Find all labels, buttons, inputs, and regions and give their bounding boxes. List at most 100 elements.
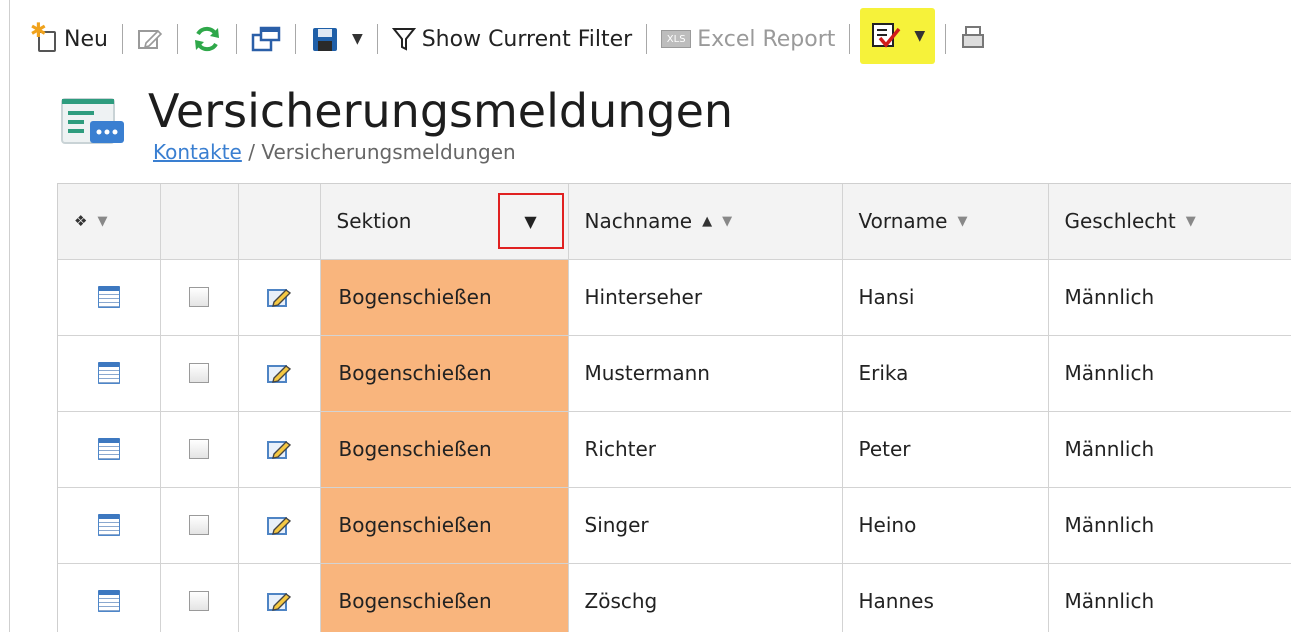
row-selector-icon: ❖	[74, 212, 88, 231]
column-header-select[interactable]: ❖ ▼	[58, 184, 161, 260]
toolbar: ✱ Neu ▼ Show Current Filter XLS Excel Re…	[30, 8, 1291, 70]
detail-view-icon[interactable]	[97, 286, 120, 308]
detail-view-icon[interactable]	[97, 362, 120, 384]
edit-pencil-icon[interactable]	[266, 437, 292, 461]
sektion-cell: Bogenschießen	[320, 563, 569, 632]
column-header-sektion[interactable]: Sektion ▼	[320, 184, 569, 260]
row-checkbox[interactable]	[189, 515, 209, 535]
toolbar-separator	[121, 24, 123, 54]
toolbar-separator	[176, 24, 178, 54]
table-row[interactable]: Bogenschießen Singer Heino Männlich	[58, 487, 1291, 564]
geschlecht-cell: Männlich	[1048, 563, 1291, 632]
detail-cell[interactable]	[58, 563, 161, 632]
toolbar-separator	[294, 24, 296, 54]
page-title: Versicherungsmeldungen	[148, 84, 734, 138]
column-header-label: Geschlecht	[1064, 209, 1176, 234]
open-window-button[interactable]	[247, 17, 285, 61]
edit-pencil-icon[interactable]	[266, 589, 292, 613]
message-list-icon	[61, 98, 124, 144]
geschlecht-cell: Männlich	[1048, 411, 1291, 488]
vorname-cell: Hansi	[842, 259, 1049, 336]
sort-ascending-icon[interactable]: ▲	[702, 214, 712, 229]
printer-icon	[962, 26, 985, 48]
column-header-geschlecht[interactable]: Geschlecht ▼	[1048, 184, 1291, 260]
edit-cell[interactable]	[238, 563, 321, 632]
checkbox-cell[interactable]	[160, 335, 239, 412]
vorname-cell: Peter	[842, 411, 1049, 488]
breadcrumb-link-kontakte[interactable]: Kontakte	[153, 140, 242, 164]
detail-cell[interactable]	[58, 411, 161, 488]
window-icon	[251, 26, 281, 52]
toolbar-separator	[849, 24, 851, 54]
row-checkbox[interactable]	[189, 363, 209, 383]
row-checkbox[interactable]	[189, 591, 209, 611]
refresh-button[interactable]	[188, 17, 226, 61]
new-button[interactable]: ✱ Neu	[30, 17, 112, 61]
new-document-icon: ✱	[30, 18, 58, 52]
detail-cell[interactable]	[58, 259, 161, 336]
filter-icon[interactable]: ▼	[722, 214, 732, 229]
column-header-nachname[interactable]: Nachname ▲ ▼	[568, 184, 843, 260]
toolbar-separator	[945, 24, 947, 54]
data-grid: ❖ ▼ Sektion ▼ Nachname ▲ ▼ Vorname ▼ Ges…	[57, 183, 1291, 632]
detail-view-icon[interactable]	[97, 438, 120, 460]
column-header-edit	[238, 184, 321, 260]
toolbar-separator	[646, 24, 648, 54]
save-button[interactable]: ▼	[306, 17, 367, 61]
grid-header-row: ❖ ▼ Sektion ▼ Nachname ▲ ▼ Vorname ▼ Ges…	[58, 184, 1291, 260]
table-row[interactable]: Bogenschießen Richter Peter Männlich	[58, 411, 1291, 488]
new-button-label: Neu	[64, 26, 108, 52]
active-filter-icon[interactable]: ▼	[497, 193, 564, 250]
vorname-cell: Erika	[842, 335, 1049, 412]
sektion-cell: Bogenschießen	[320, 411, 569, 488]
checkbox-cell[interactable]	[160, 487, 239, 564]
nachname-cell: Hinterseher	[568, 259, 843, 336]
show-filter-label: Show Current Filter	[421, 26, 633, 52]
refresh-icon	[194, 26, 219, 52]
checkbox-cell[interactable]	[160, 411, 239, 488]
table-row[interactable]: Bogenschießen Hinterseher Hansi Männlich	[58, 259, 1291, 336]
detail-view-icon[interactable]	[97, 590, 120, 612]
sektion-cell: Bogenschießen	[320, 335, 569, 412]
print-button[interactable]	[956, 17, 990, 61]
chevron-down-icon[interactable]: ▼	[914, 28, 925, 44]
vorname-cell: Hannes	[842, 563, 1049, 632]
edit-cell[interactable]	[238, 411, 321, 488]
chevron-down-icon[interactable]: ▼	[352, 31, 363, 47]
left-divider	[9, 0, 10, 632]
geschlecht-cell: Männlich	[1048, 487, 1291, 564]
edit-pencil-icon[interactable]	[266, 361, 292, 385]
edit-cell[interactable]	[238, 335, 321, 412]
show-filter-button[interactable]: Show Current Filter	[388, 17, 636, 61]
filter-icon[interactable]: ▼	[957, 214, 967, 229]
checklist-icon	[872, 23, 901, 48]
edit-icon	[137, 29, 163, 49]
breadcrumb-current: Versicherungsmeldungen	[261, 140, 516, 164]
toolbar-separator	[235, 24, 237, 54]
edit-pencil-icon[interactable]	[266, 513, 292, 537]
detail-cell[interactable]	[58, 487, 161, 564]
floppy-disk-icon	[312, 28, 337, 51]
checkbox-cell[interactable]	[160, 259, 239, 336]
row-checkbox[interactable]	[189, 439, 209, 459]
checklist-menu-button[interactable]: ▼	[860, 8, 936, 64]
excel-report-button[interactable]: XLS Excel Report	[657, 17, 839, 61]
vorname-cell: Heino	[842, 487, 1049, 564]
detail-view-icon[interactable]	[97, 514, 120, 536]
checkbox-cell[interactable]	[160, 563, 239, 632]
nachname-cell: Singer	[568, 487, 843, 564]
detail-cell[interactable]	[58, 335, 161, 412]
edit-pencil-icon[interactable]	[266, 285, 292, 309]
table-row[interactable]: Bogenschießen Mustermann Erika Männlich	[58, 335, 1291, 412]
filter-icon[interactable]: ▼	[97, 214, 107, 229]
column-header-vorname[interactable]: Vorname ▼	[842, 184, 1049, 260]
edit-cell[interactable]	[238, 259, 321, 336]
filter-icon	[391, 28, 416, 51]
table-row[interactable]: Bogenschießen Zöschg Hannes Männlich	[58, 563, 1291, 632]
edit-button[interactable]	[133, 17, 167, 61]
filter-icon[interactable]: ▼	[1186, 214, 1196, 229]
edit-cell[interactable]	[238, 487, 321, 564]
nachname-cell: Zöschg	[568, 563, 843, 632]
column-header-label: Sektion	[336, 209, 412, 234]
row-checkbox[interactable]	[189, 287, 209, 307]
